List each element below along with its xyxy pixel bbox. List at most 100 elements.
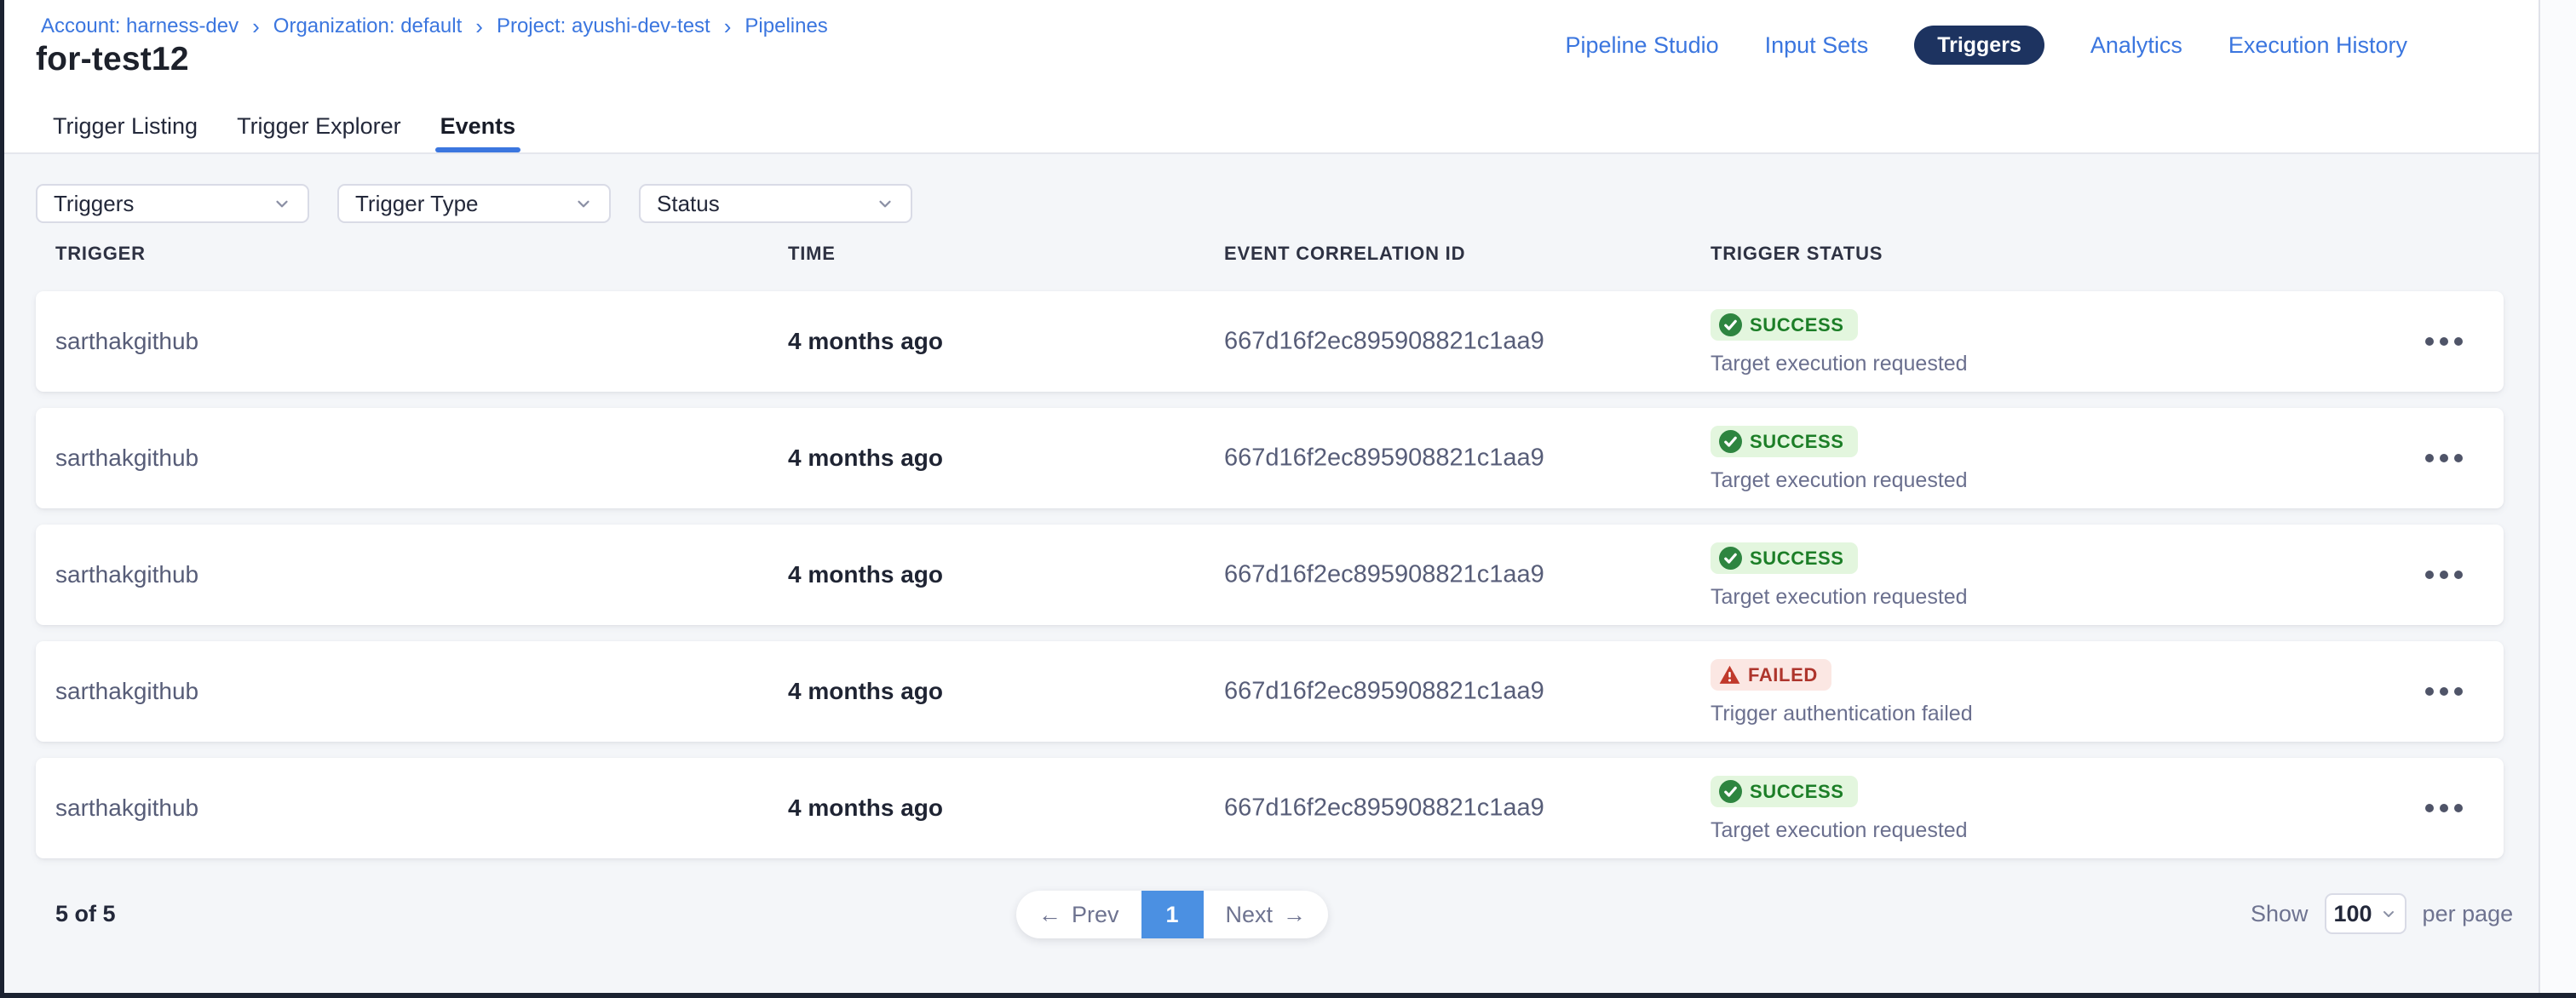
breadcrumb-separator-icon: ›: [722, 15, 733, 37]
breadcrumb-link[interactable]: Pipelines: [745, 14, 827, 38]
ellipsis-dot: [2440, 454, 2448, 462]
per-page-label: per page: [2423, 901, 2514, 927]
tab-bar: Trigger Listing Trigger Explorer Events: [53, 100, 515, 152]
trigger-status-cell: SUCCESS Target execution requested: [1711, 542, 1968, 610]
status-detail-text: Target execution requested: [1711, 352, 1968, 376]
status-badge: SUCCESS: [1711, 542, 1858, 574]
row-menu-button[interactable]: [2417, 562, 2471, 588]
show-label: Show: [2251, 901, 2309, 927]
nav-link-triggers-active[interactable]: Triggers: [1914, 26, 2044, 65]
chevron-down-icon: [273, 194, 291, 213]
page-size-select[interactable]: 100: [2325, 893, 2406, 934]
row-menu-button[interactable]: [2417, 329, 2471, 354]
status-badge: SUCCESS: [1711, 776, 1858, 807]
check-circle-icon: [1719, 313, 1742, 336]
event-time: 4 months ago: [788, 328, 943, 355]
page-header: Account: harness-dev › Organization: defau…: [4, 0, 2539, 154]
status-filter-select[interactable]: Status: [639, 184, 912, 223]
trigger-name: sarthakgithub: [55, 328, 198, 355]
status-detail-text: Trigger authentication failed: [1711, 702, 1973, 726]
ellipsis-dot: [2454, 571, 2463, 579]
check-circle-icon: [1719, 430, 1742, 453]
breadcrumb-separator-icon: ›: [474, 15, 485, 37]
ellipsis-dot: [2440, 337, 2448, 346]
column-header-time: TIME: [788, 243, 836, 265]
event-time: 4 months ago: [788, 445, 943, 472]
triggers-filter-select[interactable]: Triggers: [36, 184, 309, 223]
results-count: 5 of 5: [55, 901, 116, 927]
status-detail-text: Target execution requested: [1711, 468, 1968, 493]
triggers-events-page: Account: harness-dev › Organization: defau…: [0, 0, 2576, 998]
event-correlation-id: 667d16f2ec895908821c1aa9: [1224, 794, 1544, 823]
row-menu-button[interactable]: [2417, 445, 2471, 471]
vertical-scrollbar[interactable]: [2539, 0, 2576, 993]
ellipsis-dot: [2440, 687, 2448, 696]
pagination: ← Prev 1 Next →: [1016, 891, 1328, 938]
breadcrumb-separator-icon: ›: [250, 15, 262, 37]
chevron-down-icon: [574, 194, 593, 213]
event-correlation-id: 667d16f2ec895908821c1aa9: [1224, 328, 1544, 356]
warning-triangle-icon: [1719, 664, 1740, 685]
page-size-control: Show 100 per page: [2251, 892, 2513, 935]
pipeline-top-nav: Pipeline Studio Input Sets Triggers Anal…: [1565, 26, 2407, 65]
status-filter-label: Status: [657, 191, 720, 217]
nav-link-input-sets[interactable]: Input Sets: [1765, 32, 1869, 59]
trigger-type-filter-label: Trigger Type: [355, 191, 479, 217]
status-badge-label: SUCCESS: [1750, 548, 1844, 570]
table-row: sarthakgithub4 months ago667d16f2ec89590…: [36, 525, 2504, 625]
page-size-value: 100: [2334, 901, 2372, 927]
status-detail-text: Target execution requested: [1711, 818, 1968, 843]
current-page-button[interactable]: 1: [1141, 891, 1204, 938]
tab-events[interactable]: Events: [440, 100, 516, 152]
next-page-button[interactable]: Next →: [1204, 891, 1329, 938]
row-menu-button[interactable]: [2417, 795, 2471, 821]
table-row: sarthakgithub4 months ago667d16f2ec89590…: [36, 408, 2504, 508]
breadcrumb-link[interactable]: Project: ayushi-dev-test: [497, 14, 710, 38]
tab-trigger-explorer[interactable]: Trigger Explorer: [237, 100, 401, 152]
prev-page-button[interactable]: ← Prev: [1016, 891, 1141, 938]
tab-trigger-listing[interactable]: Trigger Listing: [53, 100, 198, 152]
filter-bar: Triggers Trigger Type Status: [36, 184, 912, 223]
ellipsis-dot: [2425, 337, 2434, 346]
event-time: 4 months ago: [788, 678, 943, 705]
trigger-status-cell: FAILED Trigger authentication failed: [1711, 659, 1973, 726]
ellipsis-dot: [2454, 337, 2463, 346]
arrow-right-icon: →: [1283, 902, 1306, 928]
event-correlation-id: 667d16f2ec895908821c1aa9: [1224, 445, 1544, 473]
row-menu-button[interactable]: [2417, 679, 2471, 704]
trigger-status-cell: SUCCESS Target execution requested: [1711, 776, 1968, 843]
event-time: 4 months ago: [788, 561, 943, 588]
events-table-body: sarthakgithub 4 months ago 667d16f2ec89590…: [36, 291, 2504, 875]
triggers-filter-label: Triggers: [54, 191, 134, 217]
check-circle-icon: [1719, 780, 1742, 803]
status-badge-label: SUCCESS: [1750, 781, 1844, 803]
breadcrumb-link[interactable]: Organization: default: [273, 14, 462, 38]
event-correlation-id: 667d16f2ec895908821c1aa9: [1224, 678, 1544, 706]
trigger-name: sarthakgithub: [55, 561, 198, 588]
nav-link-pipeline-studio[interactable]: Pipeline Studio: [1565, 32, 1718, 59]
trigger-name: sarthakgithub: [55, 794, 198, 822]
ellipsis-dot: [2425, 804, 2434, 812]
trigger-type-filter-select[interactable]: Trigger Type: [337, 184, 611, 223]
left-frame-edge: [0, 0, 4, 998]
ellipsis-dot: [2440, 804, 2448, 812]
status-detail-text: Target execution requested: [1711, 585, 1968, 610]
status-badge-label: SUCCESS: [1750, 314, 1844, 336]
nav-link-analytics[interactable]: Analytics: [2090, 32, 2182, 59]
table-row: sarthakgithub 4 months ago 667d16f2ec89590…: [36, 291, 2504, 392]
ellipsis-dot: [2425, 571, 2434, 579]
status-badge: FAILED: [1711, 659, 1831, 691]
ellipsis-dot: [2454, 804, 2463, 812]
breadcrumb-link[interactable]: Account: harness-dev: [41, 14, 239, 38]
column-header-trigger: TRIGGER: [55, 243, 146, 265]
chevron-down-icon: [876, 194, 894, 213]
page-title: for-test12: [36, 41, 189, 78]
trigger-status-cell: SUCCESS Target execution requested: [1711, 309, 1968, 376]
arrow-left-icon: ←: [1038, 902, 1061, 928]
trigger-status-cell: SUCCESS Target execution requested: [1711, 426, 1968, 493]
events-table-header: TRIGGER TIME EVENT CORRELATION ID TRIGGE…: [36, 243, 2504, 268]
status-badge: SUCCESS: [1711, 426, 1858, 457]
nav-link-execution-history[interactable]: Execution History: [2228, 32, 2407, 59]
breadcrumb: Account: harness-dev › Organization: defau…: [41, 14, 828, 38]
ellipsis-dot: [2425, 454, 2434, 462]
